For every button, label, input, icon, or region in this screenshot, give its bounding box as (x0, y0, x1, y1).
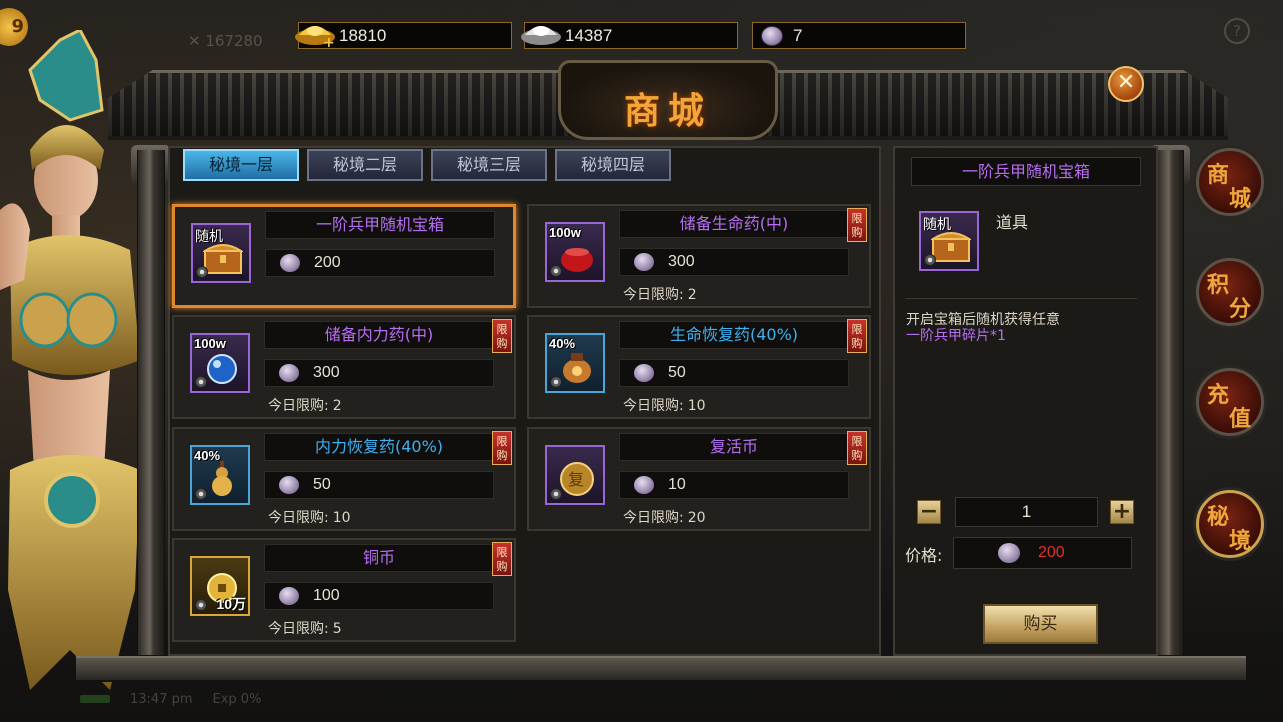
bound-icon (195, 599, 207, 611)
jade-coin-icon (280, 254, 300, 272)
item-price: 50 (264, 471, 494, 499)
shop-item-card[interactable]: 复 复活币 10 今日限购: 20 限购 (527, 427, 871, 531)
shop-title: 商城 (623, 90, 712, 132)
tab-floor-2[interactable]: 秘境二层 (307, 149, 423, 181)
shop-item-card[interactable]: 100w 储备内力药(中) 300 今日限购: 2 限购 (172, 315, 516, 419)
bound-icon (550, 265, 562, 277)
silver-ingot-counter: 14387 (521, 22, 738, 49)
jade-coin-counter: 7 (752, 22, 966, 49)
quantity-input[interactable]: 1 (955, 497, 1098, 527)
health-jar-icon: 40% (545, 333, 605, 393)
mana-gourd-icon: 40% (190, 445, 250, 505)
left-pillar (137, 150, 165, 655)
purchase-limit-badge: 限购 (492, 431, 512, 465)
daily-limit: 今日限购: 10 (268, 510, 351, 526)
daily-limit: 今日限购: 5 (268, 621, 342, 637)
item-name: 一阶兵甲随机宝箱 (265, 211, 495, 239)
quantity-decrease-button[interactable]: − (917, 500, 941, 524)
detail-item-type: 道具 (996, 213, 1029, 232)
close-button[interactable]: ✕ (1108, 66, 1144, 102)
side-nav-shop[interactable]: 商城 (1196, 148, 1264, 216)
item-name: 储备生命药(中) (619, 210, 849, 238)
tab-floor-4[interactable]: 秘境四层 (555, 149, 671, 181)
blue-potion-icon: 100w (190, 333, 250, 393)
shop-item-card[interactable]: 随机 一阶兵甲随机宝箱 200 (172, 204, 516, 308)
silver-ingot-icon (521, 26, 561, 45)
item-price: 300 (619, 248, 849, 276)
revive-coin-icon: 复 (545, 445, 605, 505)
tab-floor-1[interactable]: 秘境一层 (183, 149, 299, 181)
daily-limit: 今日限购: 10 (623, 398, 706, 414)
shop-item-card[interactable]: 100w 储备生命药(中) 300 今日限购: 2 限购 (527, 204, 871, 308)
purchase-limit-badge: 限购 (492, 319, 512, 353)
item-price: 50 (619, 359, 849, 387)
daily-limit: 今日限购: 2 (623, 287, 697, 303)
item-price: 200 (265, 249, 495, 277)
item-price: 100 (264, 582, 494, 610)
daily-limit: 今日限购: 2 (268, 398, 342, 414)
red-potion-icon: 100w (545, 222, 605, 282)
jade-amount: 7 (793, 26, 803, 45)
gold-amount: 18810 (339, 26, 387, 45)
svg-text:复: 复 (568, 470, 584, 489)
item-price: 10 (619, 471, 849, 499)
shop-item-card[interactable]: 40% 内力恢复药(40%) 50 今日限购: 10 限购 (172, 427, 516, 531)
daily-limit: 今日限购: 20 (623, 510, 706, 526)
purchase-limit-badge: 限购 (492, 542, 512, 576)
buy-button[interactable]: 购买 (983, 604, 1098, 644)
price-label: 价格: (905, 546, 943, 565)
right-pillar (1156, 150, 1184, 655)
svg-text:+: + (323, 35, 335, 47)
side-nav-secret-realm[interactable]: 秘境 (1196, 490, 1264, 558)
bound-icon (924, 254, 936, 266)
detail-item-name: 一阶兵甲随机宝箱 (911, 157, 1141, 186)
tab-floor-3[interactable]: 秘境三层 (431, 149, 547, 181)
item-name: 复活币 (619, 433, 849, 461)
purchase-limit-badge: 限购 (847, 431, 867, 465)
quantity-increase-button[interactable]: + (1110, 500, 1134, 524)
purchase-limit-badge: 限购 (847, 208, 867, 242)
item-name: 内力恢复药(40%) (264, 433, 494, 461)
gold-ingot-icon: + (295, 26, 335, 47)
shop-item-card[interactable]: 10万 铜币 100 今日限购: 5 限购 (172, 538, 516, 642)
treasure-chest-icon: 随机 (191, 223, 251, 283)
frame-base (76, 656, 1246, 682)
jade-coin-icon (279, 587, 299, 605)
detail-description-reward: 一阶兵甲碎片*1 (906, 328, 1006, 344)
bound-icon (195, 488, 207, 500)
jade-coin-icon (279, 476, 299, 494)
item-name: 储备内力药(中) (264, 321, 494, 349)
item-price: 300 (264, 359, 494, 387)
background-power-readout: ✕ 167280 (188, 32, 263, 50)
shop-item-card[interactable]: 40% 生命恢复药(40%) 50 今日限购: 10 限购 (527, 315, 871, 419)
bound-icon (550, 488, 562, 500)
total-price: 200 (953, 537, 1132, 569)
jade-coin-icon (279, 364, 299, 382)
jade-coin-icon (634, 364, 654, 382)
gold-ingot-counter: + 18810 (295, 22, 512, 49)
bound-icon (550, 376, 562, 388)
jade-coin-icon (634, 253, 654, 271)
item-name: 铜币 (264, 544, 494, 572)
copper-coin-icon: 10万 (190, 556, 250, 616)
jade-coin-icon (761, 26, 783, 46)
item-name: 生命恢复药(40%) (619, 321, 849, 349)
bound-icon (196, 266, 208, 278)
treasure-chest-icon: 随机 (919, 211, 979, 271)
jade-coin-icon (998, 543, 1020, 563)
bound-icon (195, 376, 207, 388)
jade-coin-icon (634, 476, 654, 494)
help-icon: ? (1224, 18, 1250, 44)
side-nav-recharge[interactable]: 充值 (1196, 368, 1264, 436)
purchase-limit-badge: 限购 (847, 319, 867, 353)
side-nav-points[interactable]: 积分 (1196, 258, 1264, 326)
divider (905, 298, 1137, 299)
silver-amount: 14387 (565, 26, 613, 45)
